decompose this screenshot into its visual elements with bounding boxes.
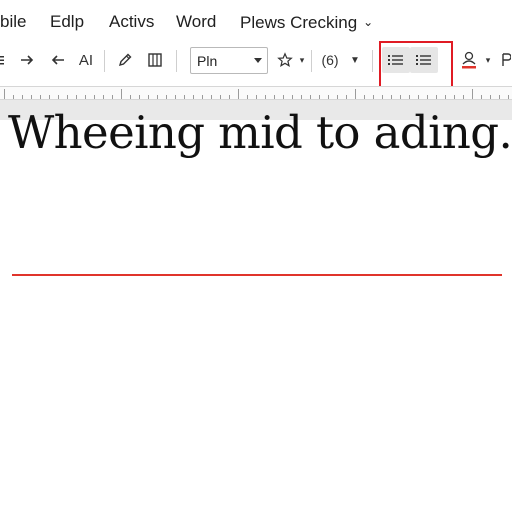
- ruler-tick: [22, 95, 23, 99]
- counter-button[interactable]: (6): [316, 42, 344, 78]
- menu-item-plews-crecking[interactable]: Plews Crecking ⌄: [240, 11, 373, 34]
- ruler-tick: [499, 95, 500, 99]
- ruler-tick: [463, 95, 464, 99]
- ruler-tick: [490, 95, 491, 99]
- ruler-tick: [355, 89, 356, 99]
- font-name-value: Pln: [197, 53, 218, 69]
- ruler: (function(){ const r = document.currentS…: [0, 86, 512, 100]
- ruler-tick: [58, 95, 59, 99]
- ruler-tick: [175, 95, 176, 99]
- pencil-icon[interactable]: [114, 42, 136, 78]
- ruler-tick: [319, 95, 320, 99]
- ruler-tick: [130, 95, 131, 99]
- toolbar-divider: [176, 50, 177, 72]
- ruler-tick: [202, 95, 203, 99]
- ruler-tick: [328, 95, 329, 99]
- toolbar-divider: [372, 50, 373, 72]
- ruler-tick: [211, 95, 212, 99]
- ruler-tick: [13, 95, 14, 99]
- paragraph-icon[interactable]: [499, 42, 512, 78]
- text-color-dropdown-caret-icon[interactable]: ▾: [482, 42, 494, 78]
- menu-bar: bile Edlp Activs Word Plews Crecking ⌄: [0, 0, 512, 42]
- star-icon[interactable]: [274, 42, 296, 78]
- ruler-tick: [472, 89, 473, 99]
- ruler-tick: [337, 95, 338, 99]
- document-text[interactable]: Wheeing mid to ading.: [8, 104, 512, 162]
- ruler-tick: [400, 95, 401, 99]
- ruler-tick: [364, 95, 365, 99]
- menu-item-label: Plews Crecking: [240, 13, 358, 32]
- ruler-tick: [418, 95, 419, 99]
- ruler-tick: [481, 95, 482, 99]
- ruler-tick: [229, 95, 230, 99]
- ruler-tick: [4, 89, 5, 99]
- ruler-tick: [445, 95, 446, 99]
- ruler-tick: [427, 95, 428, 99]
- ruler-tick: [508, 95, 509, 99]
- ruler-tick: [256, 95, 257, 99]
- document-page[interactable]: [0, 120, 512, 512]
- ruler-tick: [301, 95, 302, 99]
- ruler-tick: [121, 89, 122, 99]
- ruler-tick: [94, 95, 95, 99]
- ruler-tick: [382, 95, 383, 99]
- ruler-tick: [166, 95, 167, 99]
- ruler-tick: [49, 95, 50, 99]
- ruler-tick: [292, 95, 293, 99]
- ruler-tick: [436, 95, 437, 99]
- ruler-tick: [391, 95, 392, 99]
- menu-item-word[interactable]: Word: [176, 11, 216, 33]
- list-icon[interactable]: [0, 42, 8, 78]
- ruler-tick: [238, 89, 239, 99]
- ruler-tick: [85, 95, 86, 99]
- ruler-tick: [247, 95, 248, 99]
- ruler-tick: [373, 95, 374, 99]
- ruler-tick: [103, 95, 104, 99]
- undo-arrow-icon[interactable]: [47, 42, 69, 78]
- font-name-select[interactable]: Pln: [190, 47, 268, 74]
- counter-dropdown-caret-icon[interactable]: ▼: [348, 42, 362, 78]
- menu-item-edlp[interactable]: Edlp: [50, 11, 84, 33]
- ruler-tick: [310, 95, 311, 99]
- toolbar-divider: [311, 50, 312, 72]
- ruler-tick: [148, 95, 149, 99]
- ruler-tick: [184, 95, 185, 99]
- ruler-tick: [112, 95, 113, 99]
- ruler-tick: [283, 95, 284, 99]
- text-color-icon[interactable]: [458, 42, 480, 78]
- ruler-tick: [409, 95, 410, 99]
- chevron-down-icon: ⌄: [363, 15, 374, 29]
- ruler-tick: [193, 95, 194, 99]
- ruler-tick: [40, 95, 41, 99]
- redo-arrow-icon[interactable]: [16, 42, 38, 78]
- caret-down-icon: [254, 58, 262, 63]
- ai-button[interactable]: AI: [74, 42, 98, 78]
- menu-item-bile[interactable]: bile: [0, 11, 26, 33]
- spelling-underline: [12, 274, 502, 276]
- ruler-tick: [220, 95, 221, 99]
- menu-item-activs[interactable]: Activs: [109, 11, 154, 33]
- ruler-tick: [454, 95, 455, 99]
- toolbar-divider: [104, 50, 105, 72]
- ruler-tick: [157, 95, 158, 99]
- star-dropdown-caret-icon[interactable]: ▾: [297, 42, 307, 78]
- ruler-tick: [31, 95, 32, 99]
- ruler-tick: [139, 95, 140, 99]
- columns-icon[interactable]: [144, 42, 166, 78]
- ruler-tick: [265, 95, 266, 99]
- ruler-tick: [67, 95, 68, 99]
- ruler-tick: [274, 95, 275, 99]
- ruler-tick: [346, 95, 347, 99]
- ruler-tick: [76, 95, 77, 99]
